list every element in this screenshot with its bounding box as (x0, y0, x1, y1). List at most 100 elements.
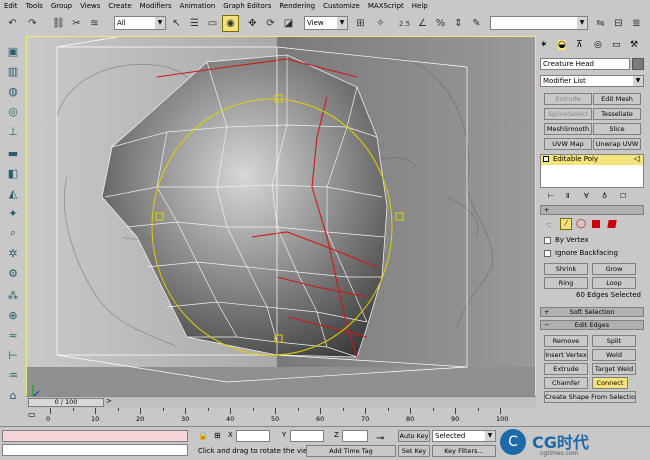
soft-selection-rollout[interactable]: + Soft Selection (540, 307, 644, 317)
spinner-snap-icon[interactable]: ⇕ (450, 15, 467, 32)
ignore-backfacing-checkbox[interactable] (544, 250, 551, 257)
menu-create[interactable]: Create (104, 2, 135, 10)
modifier-list-dropdown[interactable]: Modifier List ▼ (540, 75, 644, 87)
create-shape-button[interactable]: Create Shape From Selection (544, 391, 636, 403)
angle-snap-icon[interactable]: ∠ (414, 15, 431, 32)
edit-named-selection-icon[interactable]: ✎ (468, 15, 485, 32)
create-box-icon[interactable]: ▣ (4, 42, 22, 60)
modify-tab-icon[interactable]: ◒ (558, 40, 566, 50)
menu-customize[interactable]: Customize (319, 2, 364, 10)
create-tube-icon[interactable]: ◧ (4, 164, 22, 182)
extrude-edge-button[interactable]: Extrude (544, 363, 588, 375)
named-selection-dropdown[interactable]: ▼ (490, 16, 588, 30)
maxscript-listener[interactable] (2, 430, 188, 442)
select-by-name-icon[interactable]: ☰ (186, 15, 203, 32)
create-compound-icon[interactable]: ⊕ (4, 306, 22, 324)
select-link-icon[interactable]: ⛓ (50, 15, 67, 32)
z-coordinate-field[interactable] (342, 430, 368, 442)
unlink-icon[interactable]: ✂ (68, 15, 85, 32)
edge-mode-icon[interactable]: ⁄ (560, 218, 572, 230)
split-button[interactable]: Split (592, 335, 636, 347)
create-hair-icon[interactable]: ♒ (4, 366, 22, 384)
undo-icon[interactable]: ↶ (4, 15, 21, 32)
create-pyramid-icon[interactable]: ◭ (4, 184, 22, 202)
create-tab-icon[interactable]: ✶ (540, 40, 548, 50)
add-time-tag-button[interactable]: Add Time Tag (306, 445, 396, 457)
key-filters-button[interactable]: Key Filters... (432, 445, 496, 457)
stack-expand-icon[interactable] (543, 156, 549, 162)
redo-icon[interactable]: ↷ (24, 15, 41, 32)
next-frame-icon[interactable]: > (106, 397, 112, 405)
time-slider-thumb[interactable]: 0 / 100 (28, 398, 104, 407)
create-cylinder-icon[interactable]: ▥ (4, 62, 22, 80)
object-name-field[interactable]: Creature Head (540, 58, 630, 70)
layer-manager-icon[interactable]: ≣ (628, 15, 645, 32)
menu-tools[interactable]: Tools (22, 2, 47, 10)
modifier-button-slice[interactable]: Slice (593, 123, 641, 135)
perspective-viewport[interactable] (26, 36, 536, 404)
create-plane-icon[interactable]: ▬ (4, 144, 22, 162)
create-bone-icon[interactable]: ⊢ (4, 346, 22, 364)
y-coordinate-field[interactable] (290, 430, 324, 442)
set-key-button[interactable]: Set Key (398, 445, 430, 457)
modifier-button-splineselect[interactable]: SplineSelect (544, 108, 592, 120)
create-spacewarp-icon[interactable]: ✲ (4, 244, 22, 262)
target-weld-button[interactable]: Target Weld (592, 363, 636, 375)
menu-graph-editors[interactable]: Graph Editors (219, 2, 275, 10)
create-torus-icon[interactable]: ◎ (4, 102, 22, 120)
select-manipulate-icon[interactable]: ✧ (372, 15, 389, 32)
menu-maxscript[interactable]: MAXScript (364, 2, 408, 10)
show-end-result-icon[interactable]: Ⅱ (566, 192, 569, 200)
window-crossing-icon[interactable]: ◉ (222, 15, 239, 32)
mirror-icon[interactable]: ⇋ (592, 15, 609, 32)
grow-button[interactable]: Grow (592, 263, 636, 275)
element-mode-icon[interactable] (607, 220, 617, 228)
create-light-icon[interactable]: ✦ (4, 204, 22, 222)
utilities-tab-icon[interactable]: ⚒ (630, 40, 638, 50)
selection-filter-dropdown[interactable]: All ▼ (114, 16, 166, 30)
menu-edit[interactable]: Edit (0, 2, 22, 10)
modifier-button-uvw-map[interactable]: UVW Map (544, 138, 592, 150)
remove-modifier-icon[interactable]: ♁ (602, 192, 607, 200)
lock-icon[interactable]: 🔒 (198, 431, 208, 440)
weld-button[interactable]: Weld (592, 349, 636, 361)
modifier-button-extrude[interactable]: Extrude (544, 93, 592, 105)
hierarchy-tab-icon[interactable]: ⊼ (576, 40, 583, 50)
selection-rollout-header[interactable]: + (540, 205, 644, 215)
motion-tab-icon[interactable]: ◎ (594, 40, 602, 50)
create-cloth-icon[interactable]: ⌂ (4, 386, 22, 404)
percent-snap-icon[interactable]: % (432, 15, 449, 32)
border-mode-icon[interactable]: ◯ (576, 219, 586, 229)
bind-space-warp-icon[interactable]: ≋ (86, 15, 103, 32)
shrink-button[interactable]: Shrink (544, 263, 588, 275)
by-vertex-checkbox[interactable] (544, 237, 551, 244)
connect-button[interactable]: Connect (592, 377, 628, 389)
move-icon[interactable]: ✥ (244, 15, 261, 32)
create-helper-icon[interactable]: ⊥ (4, 122, 22, 140)
key-mode-dropdown[interactable]: Selected ▼ (432, 430, 496, 442)
create-system-icon[interactable]: ⚙ (4, 264, 22, 282)
object-color-swatch[interactable] (632, 58, 644, 70)
menu-help[interactable]: Help (408, 2, 432, 10)
loop-button[interactable]: Loop (592, 277, 636, 289)
ring-button[interactable]: Ring (544, 277, 588, 289)
modifier-button-tessellate[interactable]: Tessellate (593, 108, 641, 120)
pin-stack-icon[interactable]: ⊢ (548, 192, 554, 200)
absolute-mode-icon[interactable]: ⊞ (214, 431, 221, 440)
maxscript-mini-output[interactable] (2, 444, 188, 456)
snap-toggle-icon[interactable]: 2.5 (396, 15, 413, 32)
menu-modifiers[interactable]: Modifiers (136, 2, 176, 10)
edit-edges-rollout[interactable]: − Edit Edges (540, 320, 644, 330)
scale-icon[interactable]: ◪ (280, 15, 297, 32)
menu-animation[interactable]: Animation (176, 2, 220, 10)
create-particle-icon[interactable]: ⁂ (4, 286, 22, 304)
stack-item-editable-poly[interactable]: Editable Poly ◁ (541, 154, 643, 165)
key-icon[interactable]: ⊸ (376, 433, 384, 444)
make-unique-icon[interactable]: ∀ (584, 192, 589, 200)
modifier-button-unwrap-uvw[interactable]: Unwrap UVW (593, 138, 641, 150)
create-wave-icon[interactable]: ≈ (4, 326, 22, 344)
pivot-center-icon[interactable]: ⊞ (352, 15, 369, 32)
polygon-mode-icon[interactable] (592, 220, 600, 228)
rectangle-selection-icon[interactable]: ▭ (204, 15, 221, 32)
modifier-button-meshsmooth[interactable]: MeshSmooth (544, 123, 592, 135)
